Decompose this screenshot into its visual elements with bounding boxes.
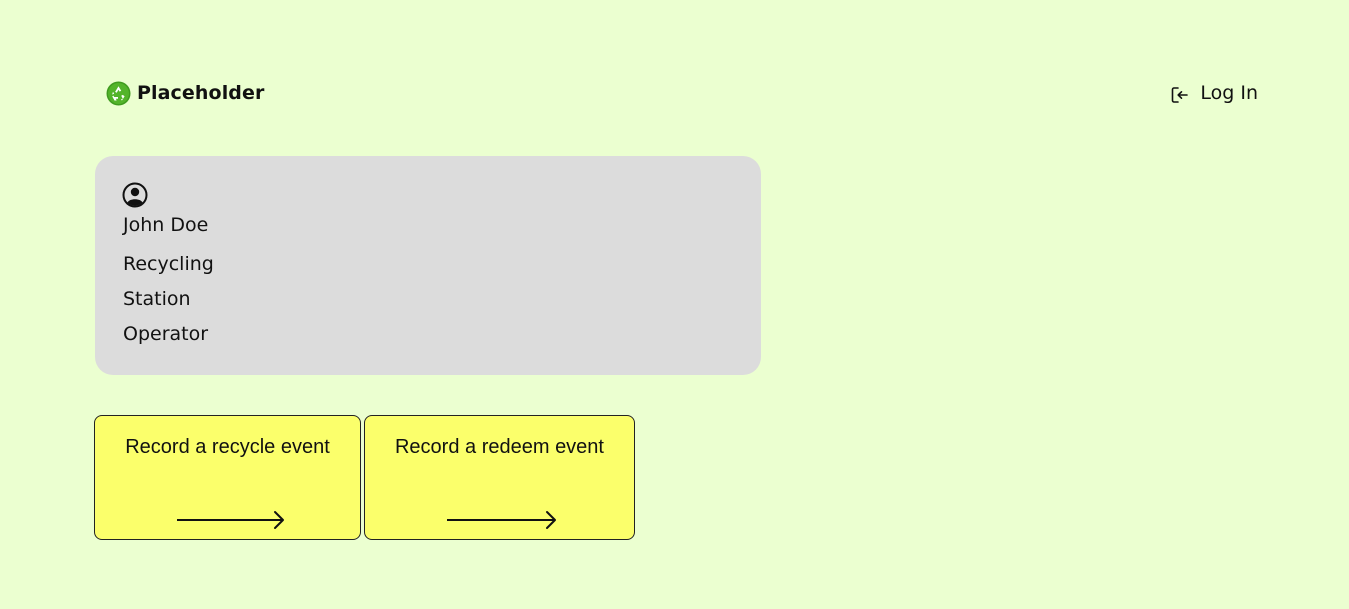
record-redeem-event-card[interactable]: Record a redeem event — [364, 415, 635, 540]
arrow-right-icon — [447, 511, 556, 529]
brand[interactable]: Placeholder — [106, 80, 264, 106]
profile-name: John Doe — [123, 214, 209, 236]
record-recycle-event-card[interactable]: Record a recycle event — [94, 415, 361, 540]
login-label: Log In — [1200, 82, 1258, 104]
brand-name: Placeholder — [137, 82, 265, 104]
user-circle-icon — [122, 182, 148, 208]
top-navigation: Placeholder Log In — [106, 80, 1258, 110]
profile-role: Recycling Station Operator — [123, 253, 214, 345]
record-recycle-event-label: Record a recycle event — [125, 436, 330, 458]
login-icon — [1172, 86, 1189, 103]
recycle-logo-icon — [106, 81, 131, 105]
login-button[interactable]: Log In — [1170, 80, 1258, 106]
arrow-right-icon — [177, 511, 284, 529]
record-redeem-event-label: Record a redeem event — [394, 436, 604, 458]
